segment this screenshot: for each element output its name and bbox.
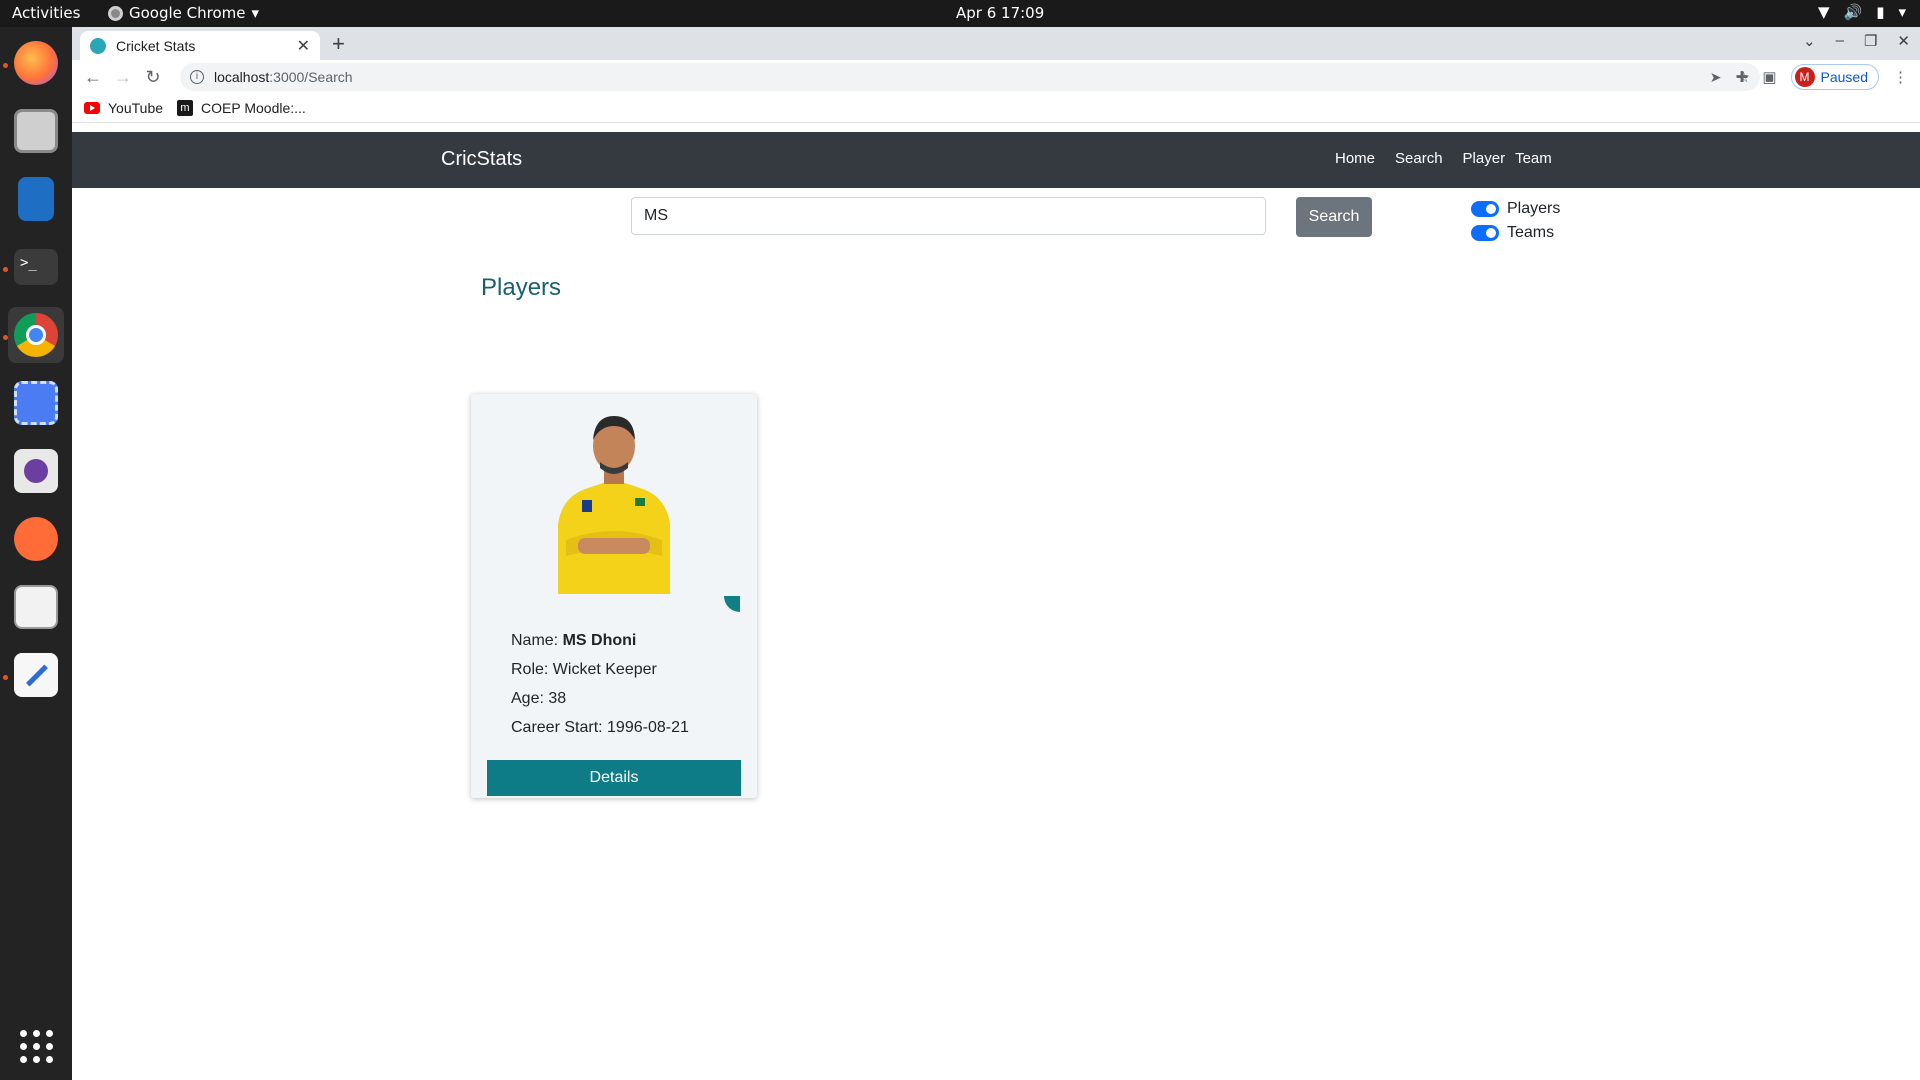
dock-chrome[interactable]	[8, 307, 64, 363]
volume-icon: 🔊	[1843, 3, 1863, 21]
chrome-icon	[14, 313, 58, 357]
app-navbar: CricStats Home Search Player Team	[72, 132, 1920, 188]
toggle-switch[interactable]	[1471, 201, 1499, 217]
running-indicator	[3, 63, 8, 68]
nav-team[interactable]: Team	[1515, 150, 1552, 167]
dock-camera[interactable]	[8, 443, 64, 499]
dock-postman[interactable]	[8, 511, 64, 567]
toggle-players[interactable]: Players	[1471, 197, 1560, 221]
search-input[interactable]	[631, 197, 1266, 235]
restore-icon[interactable]: ❐	[1864, 32, 1877, 50]
dock-firefox[interactable]	[8, 35, 64, 91]
chevron-down-icon: ▾	[1898, 3, 1906, 21]
clock[interactable]: Apr 6 17:09	[956, 4, 1044, 22]
reload-icon[interactable]: ↻	[138, 67, 168, 88]
reader-icon	[14, 585, 58, 629]
system-tray[interactable]: ▼ 🔊 ▮ ▾	[1818, 3, 1906, 21]
new-tab-button[interactable]: +	[332, 31, 345, 57]
toggle-label: Players	[1507, 200, 1561, 217]
player-info: Name: MS Dhoni Role: Wicket Keeper Age: …	[511, 626, 689, 742]
minimize-icon[interactable]: –	[1836, 32, 1844, 50]
running-indicator	[3, 335, 8, 340]
dock-screenshot[interactable]	[8, 375, 64, 431]
player-career-start: Career Start: 1996-08-21	[511, 719, 689, 736]
player-name: MS Dhoni	[562, 632, 637, 649]
wifi-icon: ▼	[1817, 3, 1830, 21]
toggle-switch[interactable]	[1471, 225, 1499, 241]
running-indicator	[3, 267, 8, 272]
bookmarks-bar: YouTube m COEP Moodle:...	[72, 94, 1920, 123]
tab-search-icon[interactable]: ⌄	[1803, 32, 1816, 50]
corner-accent	[724, 596, 740, 612]
chrome-icon	[108, 5, 123, 21]
toggle-label: Teams	[1507, 224, 1555, 241]
browser-window: Cricket Stats ✕ + ⌄ – ❐ ✕ ← → ↻ i localh…	[72, 27, 1920, 1080]
battery-icon: ▮	[1876, 3, 1885, 21]
toggle-teams[interactable]: Teams	[1471, 221, 1560, 245]
nav-home[interactable]: Home	[1335, 150, 1375, 167]
side-panel-icon[interactable]: ▣	[1762, 68, 1776, 86]
player-card: Name: MS Dhoni Role: Wicket Keeper Age: …	[471, 394, 757, 798]
tab-title: Cricket Stats	[116, 37, 196, 54]
web-page: CricStats Home Search Player Team Search…	[72, 132, 1920, 1080]
tab-cricket-stats[interactable]: Cricket Stats ✕	[80, 31, 320, 60]
dock-editor[interactable]	[8, 647, 64, 703]
address-bar[interactable]: i localhost:3000/Search ➤ ☆	[180, 63, 1760, 91]
browser-toolbar: ← → ↻ i localhost:3000/Search ➤ ☆ ✚ ▣ M …	[72, 60, 1920, 94]
extensions-icon[interactable]: ✚	[1736, 68, 1749, 86]
details-button[interactable]: Details	[487, 760, 741, 796]
tab-strip: Cricket Stats ✕ + ⌄ – ❐ ✕	[72, 27, 1920, 60]
url-text[interactable]: localhost:3000/Search	[214, 69, 1710, 85]
window-controls: ⌄ – ❐ ✕	[1803, 32, 1910, 50]
nav-search[interactable]: Search	[1395, 150, 1443, 167]
profile-button[interactable]: M Paused	[1790, 64, 1879, 90]
show-apps-button[interactable]	[20, 1030, 53, 1063]
dock: >_	[0, 27, 72, 1080]
menu-kebab-icon[interactable]: ⋮	[1893, 68, 1908, 86]
toolbar-actions: ✚ ▣ M Paused ⋮	[1736, 64, 1908, 90]
dock-reader[interactable]	[8, 579, 64, 635]
moodle-icon: m	[177, 100, 194, 116]
activities-button[interactable]: Activities	[12, 4, 80, 22]
app-menu[interactable]: Google Chrome ▾	[108, 4, 259, 22]
send-icon[interactable]: ➤	[1710, 69, 1722, 86]
back-icon[interactable]: ←	[78, 67, 108, 88]
forward-icon[interactable]: →	[108, 67, 138, 88]
dock-writer[interactable]	[8, 171, 64, 227]
camera-icon	[14, 449, 58, 493]
search-row: Search Players Teams	[72, 188, 1920, 248]
document-icon	[18, 177, 54, 221]
files-icon	[14, 109, 58, 153]
player-photo	[548, 404, 680, 594]
search-button[interactable]: Search	[1296, 197, 1372, 237]
nav-player[interactable]: Player	[1463, 150, 1506, 167]
firefox-icon	[14, 41, 58, 85]
postman-icon	[14, 517, 58, 561]
text-editor-icon	[14, 653, 58, 697]
dock-files[interactable]	[8, 103, 64, 159]
player-role: Role: Wicket Keeper	[511, 661, 657, 678]
screenshot-icon	[14, 381, 58, 425]
profile-status: Paused	[1820, 69, 1868, 85]
close-window-icon[interactable]: ✕	[1897, 32, 1910, 50]
avatar: M	[1794, 67, 1815, 87]
system-top-bar: Activities Google Chrome ▾ Apr 6 17:09 ▼…	[0, 0, 1920, 27]
youtube-icon	[84, 102, 100, 114]
terminal-icon: >_	[14, 249, 58, 285]
running-indicator	[3, 675, 8, 680]
bookmark-moodle[interactable]: m COEP Moodle:...	[177, 100, 306, 116]
player-age: Age: 38	[511, 690, 567, 707]
dock-terminal[interactable]: >_	[8, 239, 64, 295]
nav-links: Home Search Player Team	[1335, 150, 1552, 167]
react-icon	[90, 37, 106, 54]
app-menu-label: Google Chrome	[129, 4, 246, 22]
player-name-row: Name: MS Dhoni	[511, 632, 637, 649]
info-icon[interactable]: i	[190, 70, 204, 84]
bookmark-youtube[interactable]: YouTube	[84, 100, 163, 116]
chevron-down-icon: ▾	[251, 4, 260, 22]
section-title: Players	[481, 274, 562, 301]
filter-toggles: Players Teams	[1471, 197, 1560, 245]
brand-link[interactable]: CricStats	[441, 148, 522, 171]
close-icon[interactable]: ✕	[297, 36, 310, 56]
